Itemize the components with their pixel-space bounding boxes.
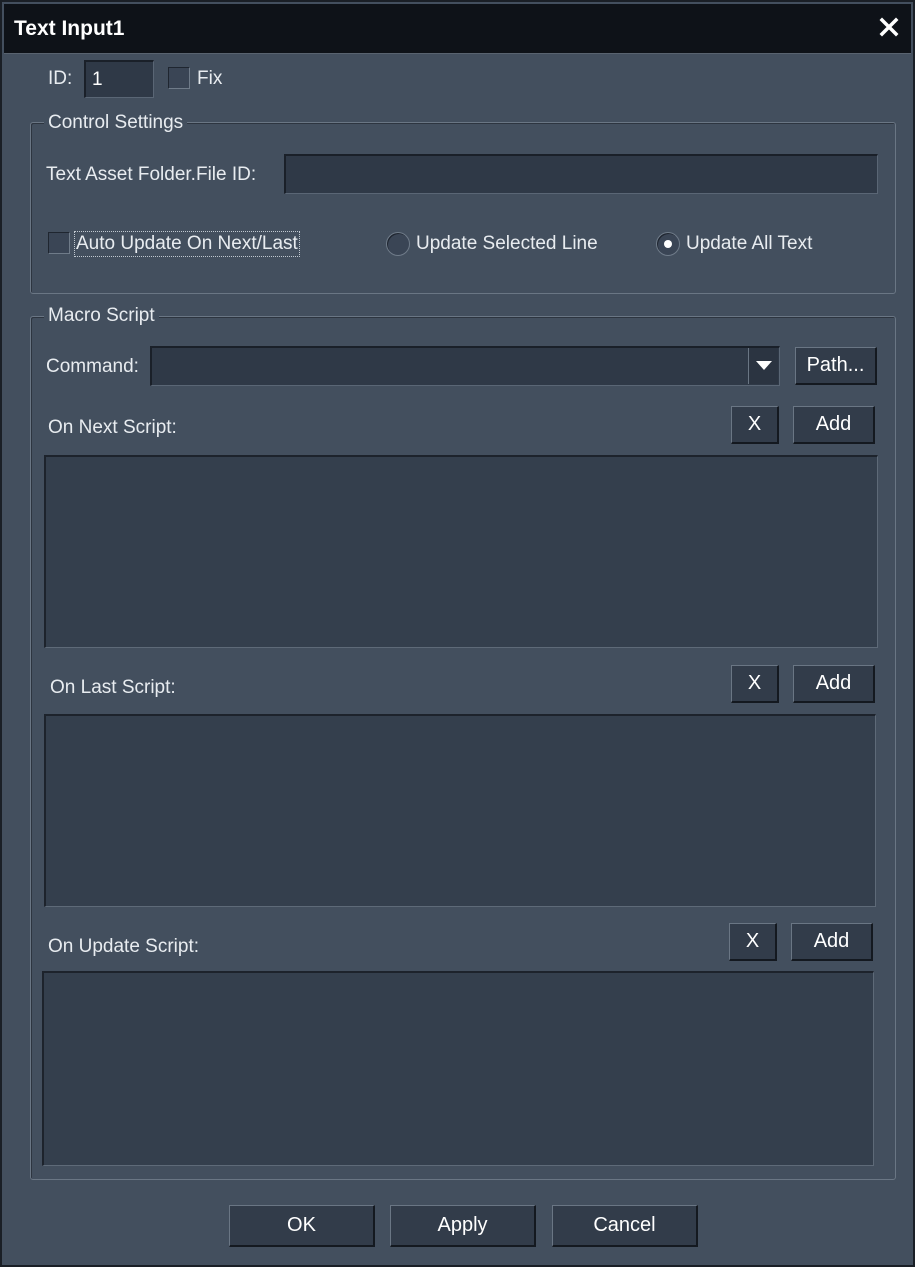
update-all-text-radio[interactable] (656, 232, 680, 256)
id-field[interactable]: 1 (84, 60, 154, 98)
on-next-add-label: Add (815, 413, 852, 435)
on-update-clear-label: X (745, 930, 760, 952)
window-title: Text Input1 (14, 16, 125, 40)
on-next-script-textarea[interactable] (44, 455, 878, 648)
command-label: Command: (46, 356, 139, 377)
apply-button-label: Apply (437, 1214, 488, 1236)
chevron-down-icon (755, 361, 772, 370)
dialog-window: Text Input1 ID: 1 Fix Control Settings T… (0, 0, 915, 1267)
update-selected-line-radio[interactable] (386, 232, 410, 256)
on-update-script-label: On Update Script: (48, 936, 200, 957)
fix-label: Fix (197, 68, 223, 89)
apply-button[interactable]: Apply (390, 1205, 536, 1247)
path-button[interactable]: Path... (795, 347, 877, 385)
on-next-clear-label: X (747, 413, 762, 435)
on-last-clear-label: X (747, 672, 762, 694)
command-dropdown-button[interactable] (748, 348, 778, 384)
on-update-add-label: Add (813, 930, 850, 952)
ok-button[interactable]: OK (229, 1205, 375, 1247)
on-next-script-label: On Next Script: (48, 417, 177, 438)
control-settings-group (30, 122, 896, 294)
path-button-label: Path... (806, 354, 865, 376)
cancel-button-label: Cancel (593, 1214, 656, 1236)
on-last-add-button[interactable]: Add (793, 665, 875, 703)
update-all-text-label[interactable]: Update All Text (686, 233, 812, 255)
cancel-button[interactable]: Cancel (552, 1205, 698, 1247)
on-update-script-textarea[interactable] (42, 971, 874, 1166)
on-update-add-button[interactable]: Add (791, 923, 873, 961)
id-value: 1 (92, 68, 103, 90)
close-icon[interactable] (877, 15, 901, 39)
macro-script-title: Macro Script (44, 305, 159, 327)
command-combobox[interactable] (150, 346, 780, 386)
asset-id-field[interactable] (284, 154, 878, 194)
control-settings-title: Control Settings (44, 112, 188, 134)
on-last-script-textarea[interactable] (44, 714, 876, 907)
update-selected-line-label[interactable]: Update Selected Line (416, 233, 598, 255)
title-bar[interactable]: Text Input1 (4, 4, 911, 54)
on-next-clear-button[interactable]: X (731, 406, 779, 444)
on-last-clear-button[interactable]: X (731, 665, 779, 703)
id-label: ID: (48, 68, 73, 89)
on-next-add-button[interactable]: Add (793, 406, 875, 444)
ok-button-label: OK (287, 1214, 316, 1236)
on-last-add-label: Add (815, 672, 852, 694)
on-update-clear-button[interactable]: X (729, 923, 777, 961)
auto-update-checkbox[interactable] (48, 232, 70, 254)
auto-update-label[interactable]: Auto Update On Next/Last (74, 231, 300, 257)
asset-id-label: Text Asset Folder.File ID: (46, 164, 257, 185)
fix-checkbox[interactable] (168, 67, 190, 89)
on-last-script-label: On Last Script: (50, 677, 176, 698)
